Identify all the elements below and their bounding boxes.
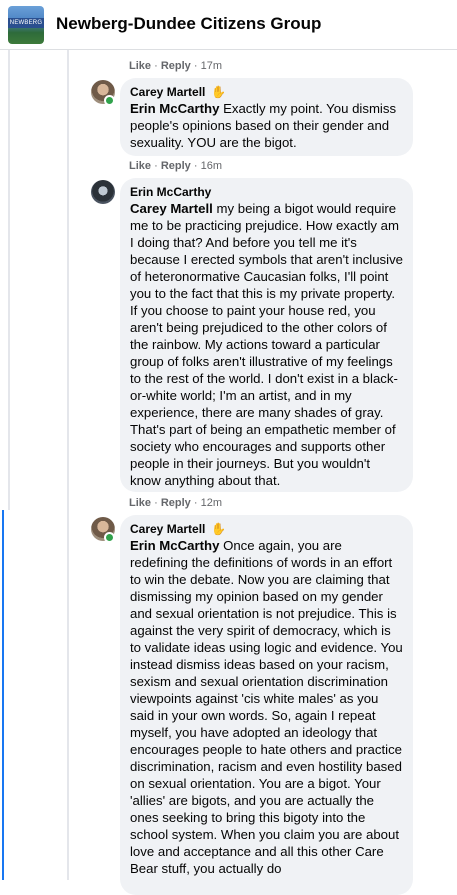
group-header: NEWBERG Newberg-Dundee Citizens Group <box>0 0 457 50</box>
action-separator: · <box>154 497 158 509</box>
top-fan-icon: ✋ <box>211 522 227 536</box>
thread-line <box>67 50 69 880</box>
thread-line <box>8 50 10 510</box>
comment-time[interactable]: 12m <box>201 497 222 509</box>
action-separator: · <box>154 160 158 172</box>
mention-tag[interactable]: Erin McCarthy <box>130 538 219 553</box>
comment-text: Erin McCarthy Once again, you are redefi… <box>130 538 403 876</box>
action-separator: · <box>154 60 158 72</box>
comment-bubble: Carey Martell ✋ Erin McCarthy Once again… <box>120 515 413 895</box>
thread-line-active <box>2 510 4 880</box>
group-logo-text: NEWBERG <box>8 18 44 28</box>
action-separator: · <box>193 160 198 172</box>
like-link[interactable]: Like <box>129 60 151 72</box>
comment-actions: Like · Reply · 17m <box>129 60 222 72</box>
group-logo[interactable]: NEWBERG <box>8 6 44 44</box>
online-status-dot <box>104 532 115 543</box>
mention-tag[interactable]: Carey Martell <box>130 201 213 216</box>
group-title[interactable]: Newberg-Dundee Citizens Group <box>56 14 321 34</box>
comment-time[interactable]: 17m <box>201 60 222 72</box>
comment-actions: Like · Reply · 16m <box>129 160 222 172</box>
reply-link[interactable]: Reply <box>161 160 191 172</box>
action-separator: · <box>193 497 198 509</box>
comment-actions: Like · Reply · 12m <box>129 497 222 509</box>
like-link[interactable]: Like <box>129 160 151 172</box>
comment-author[interactable]: Erin McCarthy <box>130 184 211 200</box>
mention-tag[interactable]: Erin McCarthy <box>130 101 219 116</box>
comment-bubble: Erin McCarthy Carey Martell my being a b… <box>120 178 413 492</box>
comment-author[interactable]: Carey Martell <box>130 521 205 537</box>
comment-text: Carey Martell my being a bigot would req… <box>130 201 404 488</box>
reply-link[interactable]: Reply <box>161 60 191 72</box>
comment-bubble: Carey Martell ✋ Erin McCarthy Exactly my… <box>120 78 413 156</box>
comment-text: Erin McCarthy Exactly my point. You dism… <box>130 101 397 150</box>
top-fan-icon: ✋ <box>211 85 227 99</box>
reply-link[interactable]: Reply <box>161 497 191 509</box>
like-link[interactable]: Like <box>129 497 151 509</box>
action-separator: · <box>193 60 198 72</box>
comment-author[interactable]: Carey Martell <box>130 84 205 100</box>
avatar[interactable] <box>91 180 115 204</box>
comment-thread: Like · Reply · 17m Carey Martell ✋ Erin … <box>0 50 457 895</box>
comment-time[interactable]: 16m <box>201 160 222 172</box>
online-status-dot <box>104 95 115 106</box>
